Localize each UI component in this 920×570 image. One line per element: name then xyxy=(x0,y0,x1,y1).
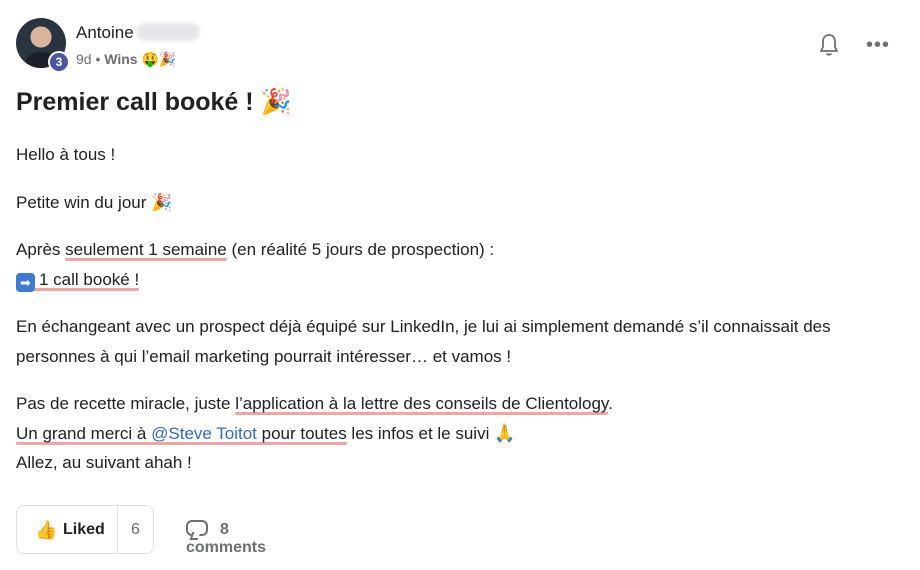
thanks-hl-post: pour toutes xyxy=(256,423,347,443)
meta-separator: • xyxy=(95,51,101,67)
post-title: Premier call booké ! 🎉 xyxy=(16,88,292,117)
post-header: 3 Antoine 9d • Wins 🤑🎉 ••• xyxy=(16,16,904,73)
paragraph-thanks: Pas de recette miracle, juste l’applicat… xyxy=(16,389,896,478)
highlight-one-week: seulement 1 semaine xyxy=(65,240,227,261)
like-count[interactable]: 6 xyxy=(131,521,140,539)
thanks-period: . xyxy=(608,394,613,413)
mention-link[interactable]: @Steve Toitot xyxy=(151,424,257,443)
comment-bubble-icon xyxy=(186,520,208,536)
post-body: Hello à tous ! Petite win du jour 🎉 Aprè… xyxy=(16,140,896,496)
author-name[interactable]: Antoine xyxy=(76,23,200,43)
more-options-icon[interactable]: ••• xyxy=(866,34,890,57)
paragraph-greeting: Hello à tous ! xyxy=(16,145,116,164)
call-booked-text: 1 call booké ! xyxy=(39,269,140,289)
bell-icon[interactable] xyxy=(818,32,840,58)
arrow-right-icon: ➡ xyxy=(16,272,35,292)
like-divider xyxy=(117,506,118,553)
highlight-call-booked: ➡ 1 call booké ! xyxy=(16,269,140,292)
like-button[interactable]: 👍 Liked 6 xyxy=(16,505,154,554)
author-name-redaction xyxy=(135,23,200,41)
highlight-application: l’application à la lettre des conseils d… xyxy=(235,394,609,415)
paragraph-win: Petite win du jour 🎉 xyxy=(16,188,896,218)
result-post: (en réalité 5 jours de prospection) : xyxy=(226,240,495,259)
pray-emoji: 🙏 xyxy=(494,423,516,443)
paragraph-result: Après seulement 1 semaine (en réalité 5 … xyxy=(16,235,896,294)
highlight-thanks: Un grand merci à @Steve Toitot pour tout… xyxy=(16,423,347,445)
post-title-text: Premier call booké ! xyxy=(16,88,254,116)
party-emoji: 🎉 xyxy=(260,88,292,116)
post-category[interactable]: Wins xyxy=(104,51,137,67)
result-pre: Après xyxy=(16,240,66,259)
thanks-post: les infos et le suivi xyxy=(346,423,490,443)
thanks-hl-pre: Un grand merci à xyxy=(16,423,152,443)
thumbs-up-icon: 👍 xyxy=(35,520,58,540)
comments-button[interactable]: 8 comments xyxy=(186,520,266,557)
level-badge: 3 xyxy=(48,51,70,73)
author-name-text[interactable]: Antoine xyxy=(76,23,134,42)
thanks-pre: Pas de recette miracle, juste xyxy=(16,394,236,413)
post-age: 9d xyxy=(76,51,92,67)
paragraph-win-text: Petite win du jour xyxy=(16,192,147,212)
paragraph-story: En échangeant avec un prospect déjà équi… xyxy=(16,317,831,366)
closing-line: Allez, au suivant ahah ! xyxy=(16,453,192,472)
post-meta: 9d • Wins 🤑🎉 xyxy=(76,51,176,68)
like-label: Liked xyxy=(63,521,105,538)
party-emoji: 🎉 xyxy=(151,192,173,212)
category-emojis: 🤑🎉 xyxy=(141,51,177,67)
